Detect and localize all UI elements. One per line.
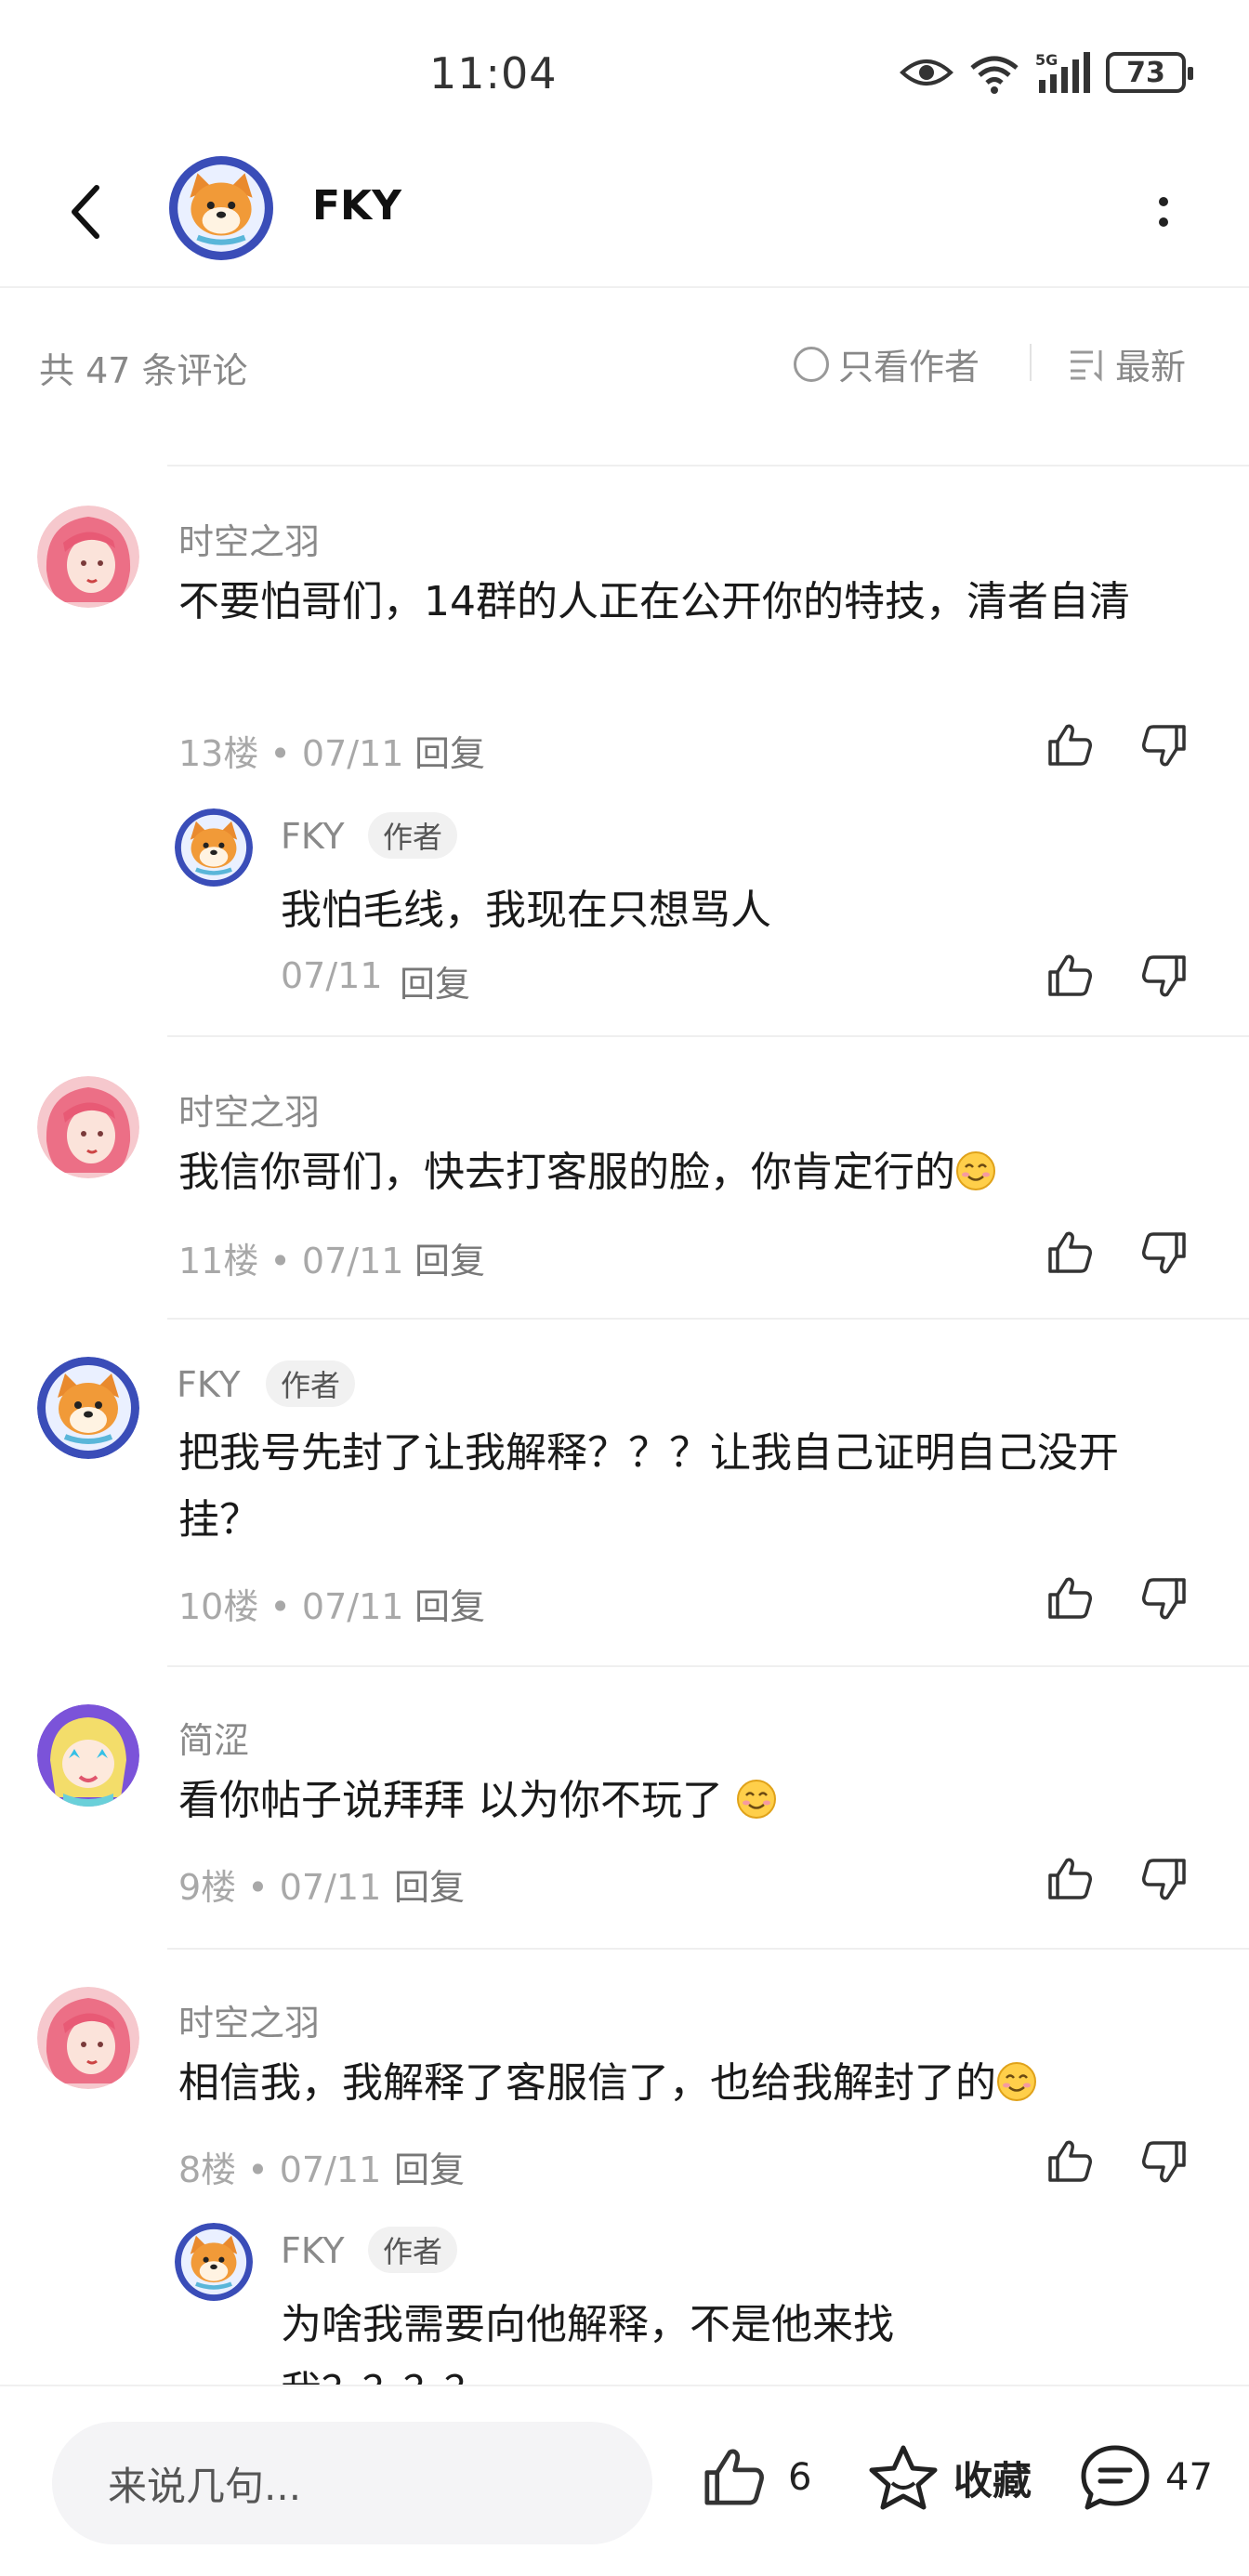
divider (167, 1665, 1249, 1667)
comment-meta: 10楼 • 07/11 (178, 1586, 404, 1627)
comment-bubble-icon (1081, 2445, 1150, 2510)
smile-emoji-icon (955, 1150, 996, 1191)
comment-list[interactable]: 时空之羽 不要怕哥们，14群的人正在公开你的特技，清者自清 13楼 • 07/1… (0, 465, 1249, 2385)
divider (167, 1318, 1249, 1320)
comment-text-content: 我信你哥们，快去打客服的脸，你肯定行的 (178, 1149, 955, 1196)
reply-button[interactable]: 回复 (394, 1859, 465, 1910)
thumbs-down-icon[interactable] (1139, 1227, 1191, 1279)
eye-icon (900, 59, 953, 85)
comment-filter-bar: 共 47 条评论 只看作者 最新 (0, 290, 1249, 439)
reply-button[interactable]: 回复 (394, 2141, 465, 2192)
radio-circle-icon (794, 346, 829, 382)
thumbs-up-icon (697, 2442, 768, 2513)
only-author-toggle[interactable]: 只看作者 (794, 338, 979, 389)
avatar[interactable] (37, 1704, 139, 1807)
thumbs-up-icon[interactable] (1043, 950, 1095, 1002)
avatar[interactable] (175, 2223, 253, 2301)
back-button[interactable] (58, 175, 113, 249)
comment-text: 把我号先封了让我解释？？？让我自己证明自己没开挂？ (178, 1429, 1119, 1544)
status-icons: 5G 73 (900, 46, 1193, 99)
divider (1030, 344, 1032, 381)
thumbs-up-icon[interactable] (1043, 2136, 1095, 2188)
page-title: FKY (312, 182, 402, 230)
avatar[interactable] (37, 506, 139, 608)
avatar[interactable] (37, 1357, 139, 1459)
comments-button[interactable]: 47 (1078, 2442, 1213, 2513)
sort-label: 最新 (1115, 347, 1187, 388)
favorite-button[interactable]: 收藏 (866, 2442, 1032, 2513)
thumbs-up-icon[interactable] (1043, 1572, 1095, 1624)
comment-username[interactable]: FKY (281, 2230, 345, 2271)
dot-icon (1159, 197, 1168, 206)
status-bar: 11:04 5G 73 (0, 0, 1249, 139)
more-options-button[interactable] (1141, 184, 1186, 240)
comment-username[interactable]: 时空之羽 (178, 1084, 320, 1135)
comment-text: 为啥我需要向他解释，不是他来找我？？？？ (281, 2301, 894, 2385)
comment-text: 我信你哥们，快去打客服的脸，你肯定行的 (178, 1139, 1108, 1206)
thumbs-down-icon[interactable] (1139, 2136, 1191, 2188)
comment-username[interactable]: 时空之羽 (178, 513, 320, 564)
thumbs-down-icon[interactable] (1139, 1853, 1191, 1905)
like-count: 6 (788, 2456, 812, 2499)
bottom-action-bar: 来说几句... 6 收藏 47 (0, 2385, 1249, 2576)
author-badge: 作者 (266, 1360, 356, 1407)
avatar[interactable] (175, 808, 253, 887)
star-icon (869, 2445, 938, 2510)
signal-5g-icon: 5G (1035, 51, 1090, 93)
smile-emoji-icon (736, 1779, 777, 1820)
comment-meta: 11楼 • 07/11 (178, 1241, 404, 1281)
sort-list-icon (1071, 349, 1102, 382)
avatar[interactable] (37, 1987, 139, 2089)
status-time: 11:04 (429, 48, 558, 99)
thumbs-up-icon[interactable] (1043, 1853, 1095, 1905)
divider (167, 465, 1249, 467)
avatar[interactable] (37, 1076, 139, 1178)
comment-meta: 13楼 • 07/11 (178, 733, 404, 774)
thumbs-down-icon[interactable] (1139, 719, 1191, 771)
divider (167, 1948, 1249, 1950)
battery-level: 73 (1126, 56, 1165, 89)
author-badge: 作者 (368, 812, 458, 859)
comment-text-content: 相信我，我解释了客服信了，也给我解封了的 (178, 2059, 996, 2107)
comment-username[interactable]: FKY (281, 816, 345, 857)
chevron-left-icon (72, 185, 99, 239)
like-button[interactable]: 6 (697, 2442, 811, 2513)
battery-indicator: 73 (1106, 52, 1193, 93)
comment-count: 共 47 条评论 (39, 350, 248, 391)
reply-button[interactable]: 回复 (414, 725, 485, 776)
comment-text: 相信我，我解释了客服信了，也给我解封了的 (178, 2050, 1191, 2117)
author-badge: 作者 (368, 2227, 458, 2273)
divider (167, 1035, 1249, 1037)
smile-emoji-icon (996, 2061, 1037, 2102)
comment-username[interactable]: 时空之羽 (178, 1994, 320, 2045)
only-author-label: 只看作者 (838, 347, 980, 388)
reply-button[interactable]: 回复 (414, 1232, 485, 1283)
comment-username[interactable]: FKY (177, 1364, 241, 1405)
avatar[interactable] (169, 156, 273, 260)
reply-button[interactable]: 回复 (414, 1578, 485, 1629)
comment-meta: 8楼 • 07/11 (178, 2149, 382, 2190)
comment-input[interactable]: 来说几句... (52, 2422, 652, 2544)
thumbs-down-icon[interactable] (1139, 950, 1191, 1002)
comment-username[interactable]: 简涩 (178, 1712, 249, 1763)
reply-button[interactable]: 回复 (400, 955, 470, 1006)
sort-button[interactable]: 最新 (1069, 338, 1186, 389)
comment-text: 看你帖子说拜拜 以为你不玩了 (178, 1768, 1108, 1834)
favorite-label: 收藏 (953, 2457, 1032, 2504)
comment-meta: 07/11 (281, 955, 383, 996)
dot-icon (1159, 217, 1168, 227)
comment-count-bottom: 47 (1165, 2456, 1213, 2499)
network-type-label: 5G (1035, 51, 1058, 69)
thumbs-up-icon[interactable] (1043, 719, 1095, 771)
wifi-icon (970, 56, 1019, 94)
comment-text: 不要怕哥们，14群的人正在公开你的特技，清者自清 (178, 578, 1130, 625)
comment-text-content: 看你帖子说拜拜 以为你不玩了 (178, 1777, 736, 1824)
app-header: FKY (0, 139, 1249, 288)
thumbs-down-icon[interactable] (1139, 1572, 1191, 1624)
thumbs-up-icon[interactable] (1043, 1227, 1095, 1279)
comment-input-placeholder: 来说几句... (108, 2463, 302, 2509)
comment-meta: 9楼 • 07/11 (178, 1867, 382, 1908)
comment-text: 我怕毛线，我现在只想骂人 (281, 887, 771, 934)
